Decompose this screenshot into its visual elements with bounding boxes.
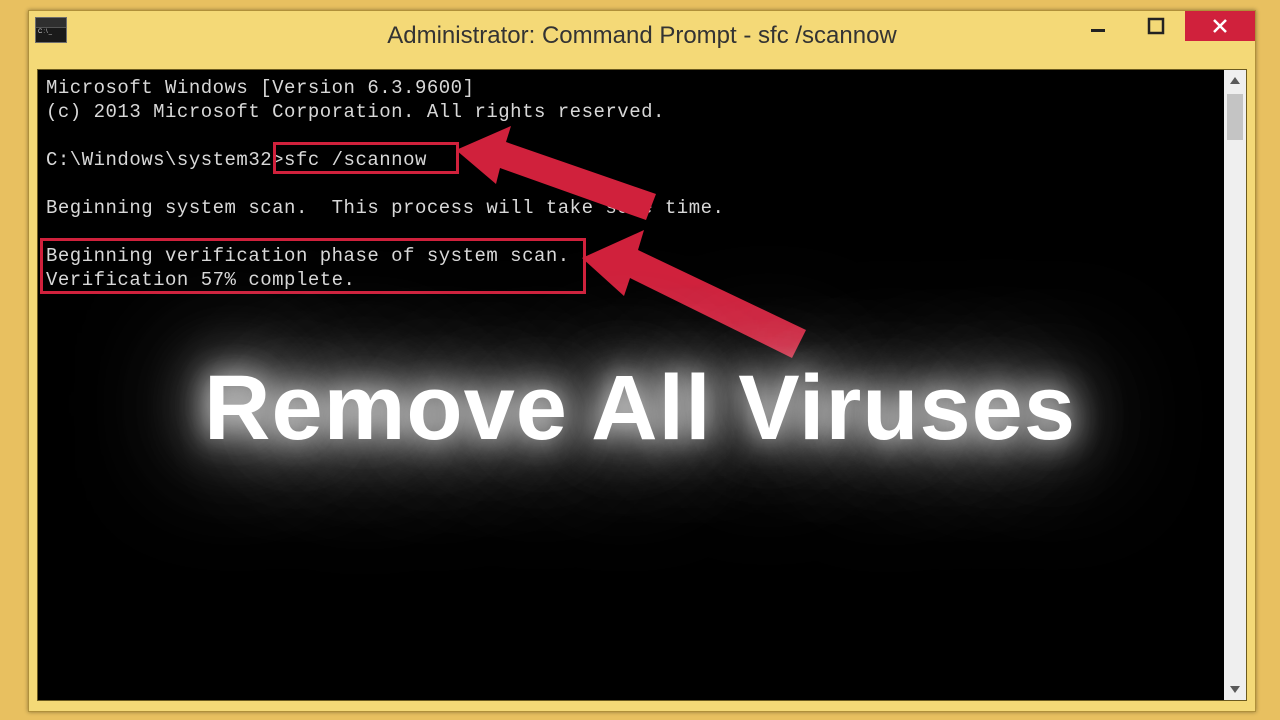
line-verify-progress: Verification 57% complete. — [46, 269, 355, 291]
close-button[interactable] — [1185, 11, 1255, 41]
cmd-icon: C:\_ — [35, 17, 67, 43]
line-version: Microsoft Windows [Version 6.3.9600] — [46, 77, 474, 99]
terminal-output[interactable]: Microsoft Windows [Version 6.3.9600] (c)… — [38, 70, 1224, 700]
line-copyright: (c) 2013 Microsoft Corporation. All righ… — [46, 101, 665, 123]
scrollbar-track[interactable] — [1224, 92, 1246, 678]
prompt-prefix: C:\Windows\system32> — [46, 149, 284, 171]
line-begin-scan: Beginning system scan. This process will… — [46, 197, 724, 219]
typed-command: sfc /scannow — [284, 149, 427, 171]
scroll-down-button[interactable] — [1224, 678, 1246, 700]
minimize-button[interactable] — [1069, 11, 1127, 41]
arrow-to-progress — [582, 230, 812, 360]
vertical-scrollbar[interactable] — [1224, 70, 1246, 700]
stage: C:\_ Administrator: Command Prompt - sfc… — [0, 0, 1280, 720]
scroll-up-button[interactable] — [1224, 70, 1246, 92]
window-title: Administrator: Command Prompt - sfc /sca… — [387, 22, 897, 50]
titlebar[interactable]: C:\_ Administrator: Command Prompt - sfc… — [29, 11, 1255, 61]
client-area: Microsoft Windows [Version 6.3.9600] (c)… — [37, 69, 1247, 701]
scrollbar-thumb[interactable] — [1227, 94, 1243, 140]
window-controls — [1069, 11, 1255, 45]
maximize-button[interactable] — [1127, 11, 1185, 41]
cmd-window: C:\_ Administrator: Command Prompt - sfc… — [28, 10, 1256, 712]
line-verify-phase: Beginning verification phase of system s… — [46, 245, 570, 267]
